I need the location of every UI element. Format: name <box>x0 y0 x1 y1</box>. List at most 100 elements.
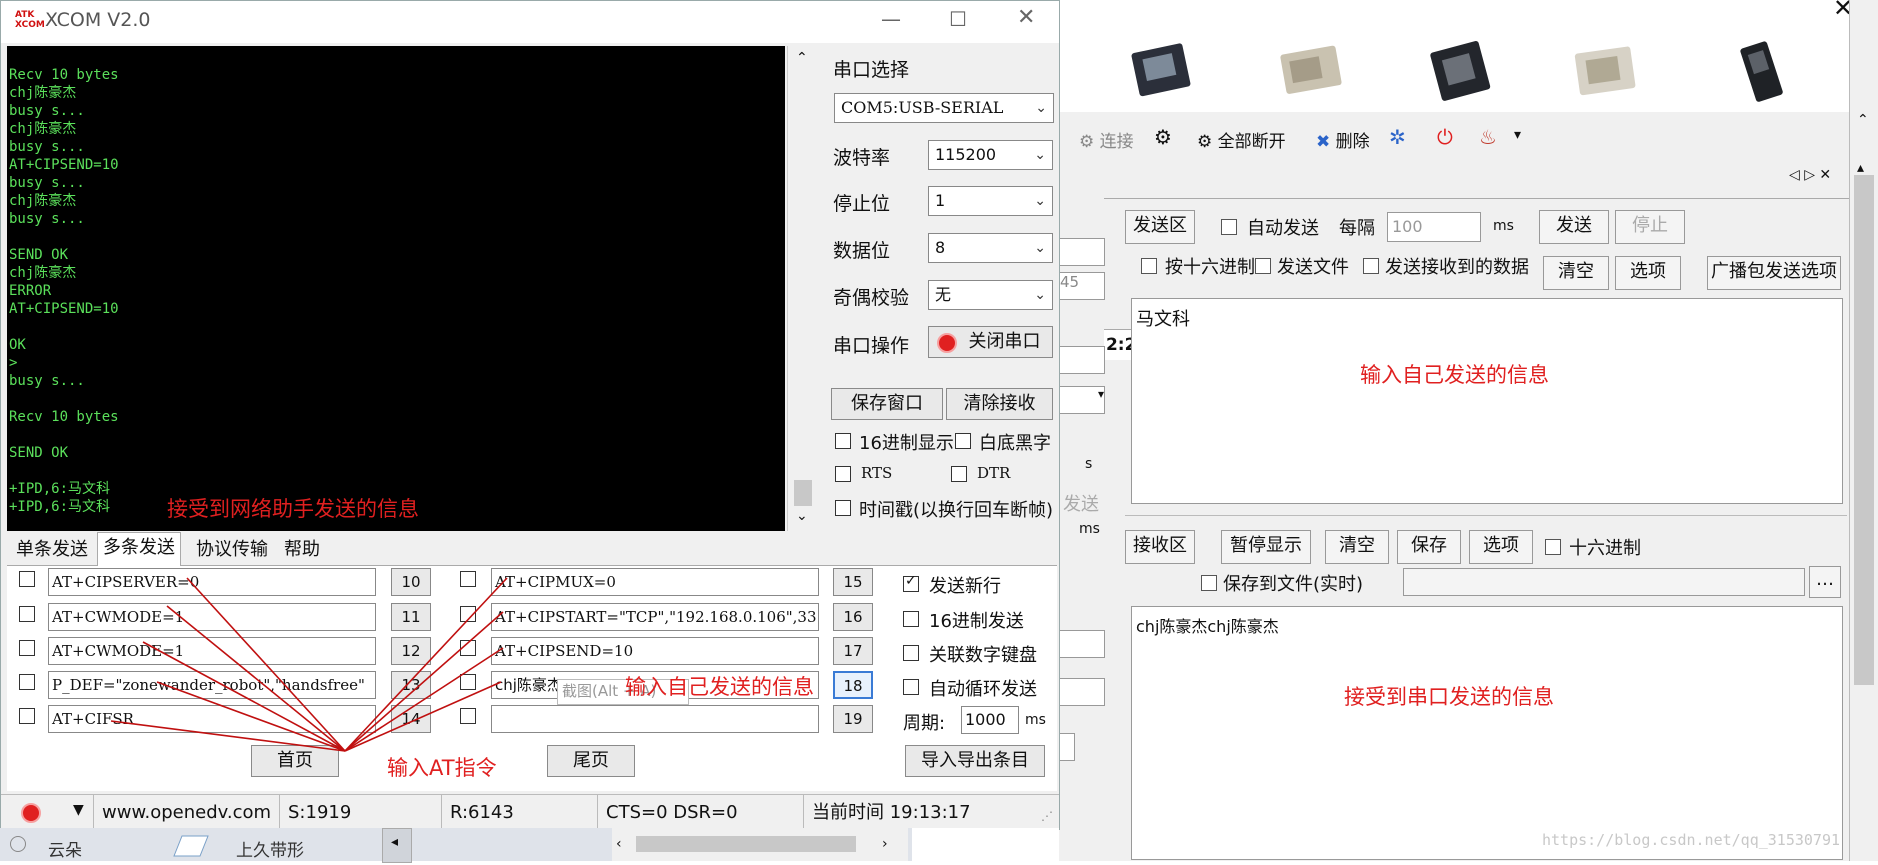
chevron-left-icon: ◂ <box>391 834 399 850</box>
terminal-scrollbar[interactable]: ⌃ ⌄ <box>787 46 818 531</box>
delete-button[interactable]: ✖ 删除 <box>1316 127 1370 152</box>
chevron-down-icon: ⌄ <box>1034 240 1046 256</box>
close-port-button[interactable]: 关闭串口 <box>928 326 1053 358</box>
hex-display-checkbox[interactable] <box>835 433 851 449</box>
tab-nav-icons[interactable]: ◁ ▷ ✕ <box>1789 167 1831 183</box>
disconnect-all-button[interactable]: ⚙ 全部断开 <box>1197 127 1286 152</box>
scrollbar-thumb[interactable] <box>1854 175 1874 685</box>
settings-icon[interactable]: ✲ <box>1389 125 1406 149</box>
partial-field <box>1059 346 1105 374</box>
tab-protocol[interactable]: 协议传输 <box>191 535 273 565</box>
auto-send-checkbox[interactable] <box>1221 219 1237 235</box>
terminal-line: SEND OK <box>9 247 69 263</box>
chevron-left-icon: ‹ <box>616 836 622 852</box>
scroll-left-button[interactable]: ◂ <box>382 828 412 863</box>
interval-input[interactable]: 100 <box>1387 212 1481 242</box>
recv-textarea[interactable]: chj陈豪杰chj陈豪杰 接受到串口发送的信息 https://blog.csd… <box>1131 606 1843 860</box>
hex-send-checkbox[interactable] <box>1141 258 1157 274</box>
blog-watermark: https://blog.csdn.net/qq_31530791 <box>1542 831 1841 849</box>
xcom-window: ATK XCOM XCOM V2.0 — ☐ ✕ Recv 10 bytes c… <box>0 0 1060 858</box>
stop-bits-select[interactable]: 1 ⌄ <box>928 186 1053 216</box>
terminal-line: > <box>9 355 18 371</box>
receive-terminal[interactable]: Recv 10 bytes chj陈豪杰 busy s... chj陈豪杰 bu… <box>7 46 785 531</box>
data-bits-select[interactable]: 8 ⌄ <box>928 233 1053 263</box>
scroll-down-icon[interactable]: ⌄ <box>796 508 808 524</box>
record-icon <box>937 333 957 353</box>
recv-options-button[interactable]: 选项 <box>1469 530 1533 564</box>
rts-label: RTS <box>861 464 893 482</box>
maximize-icon[interactable]: ☐ <box>949 7 967 31</box>
taskbar-item[interactable]: 上久带形 <box>236 836 304 861</box>
terminal-line: busy s... <box>9 373 85 389</box>
power-icon[interactable]: ⏻ <box>1437 125 1453 149</box>
clear-receive-button[interactable]: 清除接收 <box>946 388 1053 420</box>
rts-checkbox[interactable] <box>835 466 851 482</box>
tool-icon[interactable]: ♨ <box>1479 125 1497 149</box>
white-bg-checkbox[interactable] <box>955 433 971 449</box>
cloud-icon <box>10 836 26 852</box>
taskbar-blank <box>912 828 1059 861</box>
taskbar-item[interactable]: 云朵 <box>48 836 82 861</box>
terminal-line: busy s... <box>9 103 85 119</box>
esp-module-image <box>1425 38 1495 106</box>
save-to-file-label: 保存到文件(实时) <box>1223 574 1364 595</box>
close-icon[interactable]: ✕ <box>1017 5 1035 30</box>
outer-scrollbar[interactable]: ⌃ ▴ <box>1849 0 1878 861</box>
port-select[interactable]: COM5:USB-SERIAL ⌄ <box>834 93 1054 123</box>
recv-hex-checkbox[interactable] <box>1545 539 1561 555</box>
clear-recv-button[interactable]: 清空 <box>1325 530 1389 564</box>
broadcast-options-button[interactable]: 广播包发送选项 <box>1707 256 1841 290</box>
caret-down-icon[interactable]: ▼ <box>73 802 84 818</box>
browse-button[interactable]: … <box>1809 566 1841 598</box>
tab-multi-send[interactable]: 多条发送 <box>97 532 181 567</box>
website-link[interactable]: www.openedv.com <box>93 795 278 830</box>
atk-logo-icon: ATK XCOM <box>15 10 45 30</box>
esp-module-image <box>1725 38 1795 106</box>
timestamp-checkbox[interactable] <box>835 500 851 516</box>
scroll-up-icon[interactable]: ⌃ <box>1857 112 1869 128</box>
data-bits-label: 数据位 <box>833 240 891 262</box>
send-received-checkbox[interactable] <box>1363 258 1379 274</box>
stop-bits-label: 停止位 <box>833 193 891 215</box>
partial-label: ms <box>1079 521 1100 537</box>
chevron-down-icon: ⌄ <box>1035 100 1047 116</box>
send-options-button[interactable]: 选项 <box>1615 256 1681 290</box>
horizontal-scrollbar[interactable]: ‹ › <box>612 828 908 861</box>
resize-grip-icon[interactable]: ⋰ <box>1041 809 1053 823</box>
window-title: XCOM V2.0 <box>45 9 151 31</box>
terminal-line: chj陈豪杰 <box>9 193 77 209</box>
save-recv-button[interactable]: 保存 <box>1397 530 1461 564</box>
scrollbar-thumb[interactable] <box>636 836 856 852</box>
interval-label: 每隔 <box>1339 218 1375 239</box>
scrollbar-thumb[interactable] <box>794 480 812 506</box>
partial-left-panel: 45 ▾ s 发送 ms <box>1059 198 1105 761</box>
send-file-checkbox[interactable] <box>1255 258 1271 274</box>
save-window-button[interactable]: 保存窗口 <box>831 388 943 420</box>
send-textarea[interactable]: 马文科 输入自己发送的信息 <box>1131 298 1843 504</box>
stop-button[interactable]: 停止 <box>1615 210 1685 244</box>
terminal-line: busy s... <box>9 175 85 191</box>
gear-icon[interactable]: ⚙ <box>1154 125 1172 149</box>
send-button[interactable]: 发送 <box>1539 210 1609 244</box>
save-to-file-checkbox[interactable] <box>1201 575 1217 591</box>
delete-icon: ✖ <box>1316 132 1331 152</box>
terminal-line: busy s... <box>9 211 85 227</box>
record-icon[interactable] <box>21 803 41 823</box>
recv-annotation: 接受到串口发送的信息 <box>1344 685 1554 709</box>
scroll-up-icon[interactable]: ⌃ <box>796 50 808 66</box>
scroll-up-icon[interactable]: ▴ <box>1857 160 1864 176</box>
partial-field <box>1059 678 1105 706</box>
partial-field <box>1059 238 1105 266</box>
baud-select[interactable]: 115200 ⌄ <box>928 140 1053 170</box>
tab-help[interactable]: 帮助 <box>279 535 325 565</box>
toolbar-more-icon[interactable]: ▾ <box>1514 127 1521 143</box>
tab-single-send[interactable]: 单条发送 <box>11 535 93 565</box>
minimize-icon[interactable]: — <box>881 7 901 31</box>
pause-display-button[interactable]: 暂停显示 <box>1221 530 1311 564</box>
save-path-input[interactable] <box>1403 568 1805 596</box>
parity-select[interactable]: 无 ⌄ <box>928 280 1053 310</box>
dtr-checkbox[interactable] <box>951 466 967 482</box>
connect-button[interactable]: ⚙ 连接 <box>1079 127 1134 152</box>
clear-send-button[interactable]: 清空 <box>1543 256 1609 290</box>
